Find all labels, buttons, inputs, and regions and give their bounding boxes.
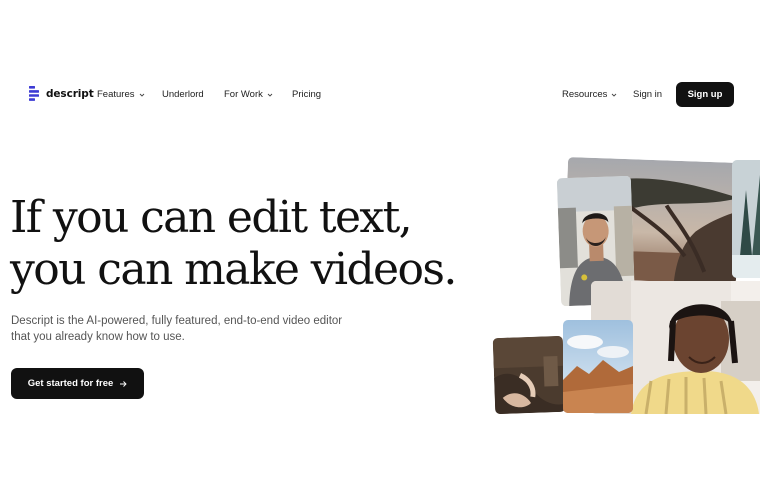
hero-subtext: Descript is the AI-powered, fully featur… — [11, 313, 371, 345]
nav-for-work-label: For Work — [224, 89, 263, 100]
get-started-label: Get started for free — [27, 378, 114, 389]
chevron-down-icon — [139, 93, 144, 97]
get-started-button[interactable]: Get started for free — [11, 368, 144, 399]
brand-logo[interactable]: descript — [29, 86, 94, 101]
desert-landscape-image — [563, 320, 633, 413]
descript-logo-icon — [29, 86, 39, 101]
hero-headline-line-2: you can make videos. — [10, 244, 457, 295]
brand-name: descript — [46, 87, 94, 100]
hero-headline-line-1: If you can edit text, — [10, 192, 413, 243]
top-navigation: descript Features Underlord For Work Pri… — [0, 82, 760, 108]
sign-up-label: Sign up — [687, 89, 723, 100]
arrow-right-icon — [120, 380, 127, 387]
nav-underlord[interactable]: Underlord — [162, 89, 204, 100]
nav-features[interactable]: Features — [97, 89, 145, 100]
sign-in-link[interactable]: Sign in — [633, 89, 662, 100]
nav-resources[interactable]: Resources — [562, 89, 617, 100]
nav-underlord-label: Underlord — [162, 89, 204, 100]
chevron-down-icon — [267, 93, 273, 97]
sign-in-label: Sign in — [633, 89, 663, 100]
nav-pricing-label: Pricing — [292, 89, 322, 100]
chevron-down-icon — [612, 93, 617, 97]
hero-subtext-line-2: that you already know how to use. — [11, 331, 185, 343]
nav-pricing[interactable]: Pricing — [292, 89, 321, 100]
nav-features-label: Features — [97, 89, 135, 100]
hands-closeup-image — [492, 335, 566, 415]
nav-for-work[interactable]: For Work — [224, 89, 273, 100]
hero-subtext-line-1: Descript is the AI-powered, fully featur… — [11, 315, 343, 327]
nav-resources-label: Resources — [562, 89, 608, 100]
sign-up-button[interactable]: Sign up — [676, 82, 734, 107]
hero-headline: If you can edit text, you can make video… — [10, 192, 457, 296]
snowy-forest-image — [732, 160, 760, 278]
